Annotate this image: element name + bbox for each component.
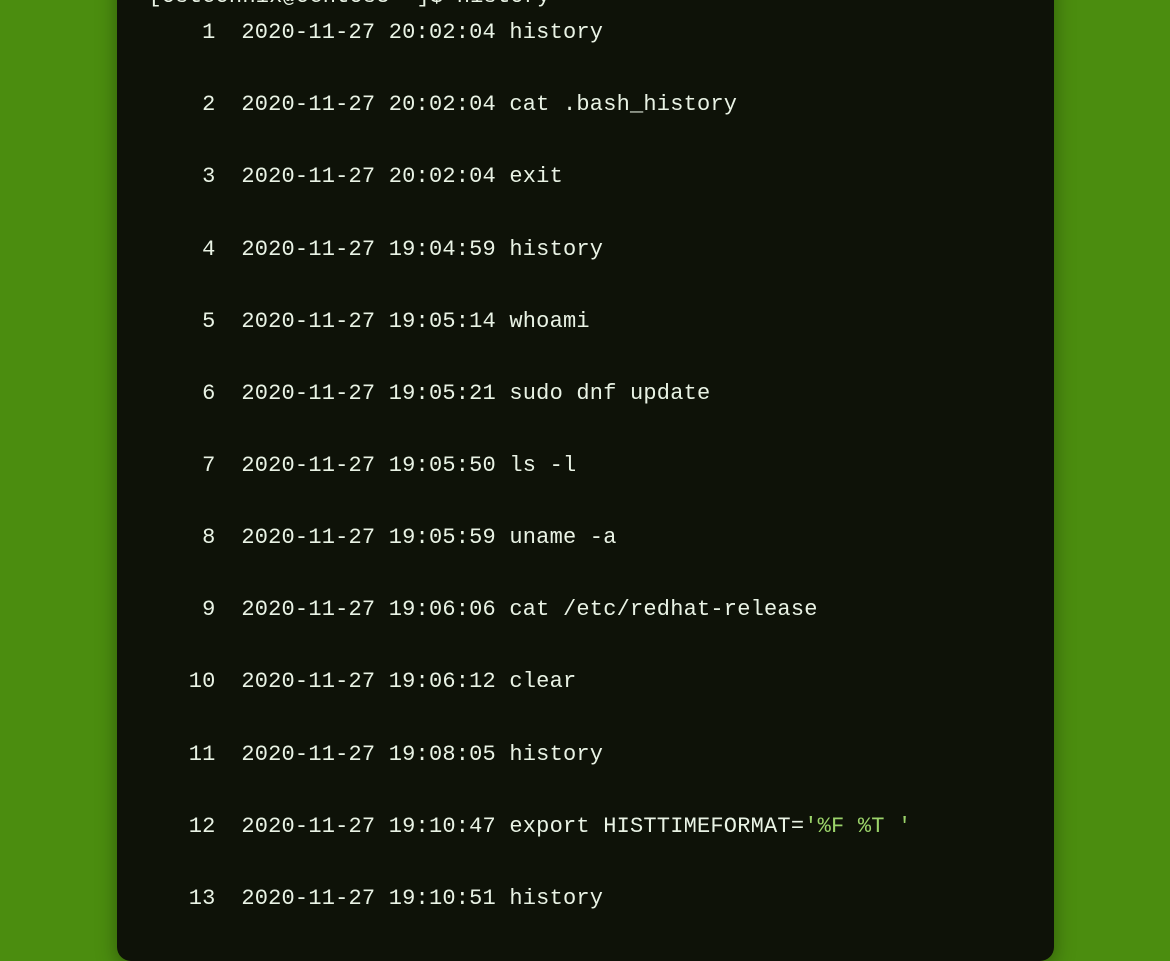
- history-timestamp: 2020-11-27 19:10:51: [241, 886, 496, 911]
- history-timestamp: 2020-11-27 20:02:04: [241, 92, 496, 117]
- history-line: 8 2020-11-27 19:05:59 uname -a: [149, 520, 1022, 556]
- prompt-line: [ostechnix@centos8 ~]$ history: [149, 0, 551, 9]
- shell-prompt: [ostechnix@centos8 ~]$: [149, 0, 457, 9]
- history-timestamp: 2020-11-27 19:05:50: [241, 453, 496, 478]
- history-line: 5 2020-11-27 19:05:14 whoami: [149, 304, 1022, 340]
- history-timestamp: 2020-11-27 19:06:06: [241, 597, 496, 622]
- history-index: 5: [149, 304, 215, 340]
- history-command: history: [509, 20, 603, 45]
- history-line: 9 2020-11-27 19:06:06 cat /etc/redhat-re…: [149, 592, 1022, 628]
- history-line: 6 2020-11-27 19:05:21 sudo dnf update: [149, 376, 1022, 412]
- history-line: 4 2020-11-27 19:04:59 history: [149, 232, 1022, 268]
- history-command: cat /etc/redhat-release: [509, 597, 817, 622]
- history-index: 10: [149, 664, 215, 700]
- history-timestamp: 2020-11-27 19:04:59: [241, 237, 496, 262]
- history-line: 10 2020-11-27 19:06:12 clear: [149, 664, 1022, 700]
- history-command: sudo dnf update: [509, 381, 710, 406]
- history-line: 12 2020-11-27 19:10:47 export HISTTIMEFO…: [149, 809, 1022, 845]
- history-line: 13 2020-11-27 19:10:51 history: [149, 881, 1022, 917]
- history-index: 1: [149, 15, 215, 51]
- history-command: uname -a: [509, 525, 616, 550]
- history-command: clear: [509, 669, 576, 694]
- history-command: exit: [509, 164, 563, 189]
- history-command: export HISTTIMEFORMAT=: [509, 814, 804, 839]
- typed-command: history: [457, 0, 551, 9]
- history-index: 11: [149, 737, 215, 773]
- terminal-body[interactable]: [ostechnix@centos8 ~]$ history 1 2020-11…: [149, 0, 1022, 917]
- history-line: 11 2020-11-27 19:08:05 history: [149, 737, 1022, 773]
- history-line: 7 2020-11-27 19:05:50 ls -l: [149, 448, 1022, 484]
- history-command: history: [509, 886, 603, 911]
- history-index: 6: [149, 376, 215, 412]
- history-quoted-string: '%F %T ': [804, 814, 911, 839]
- history-command: history: [509, 742, 603, 767]
- history-index: 4: [149, 232, 215, 268]
- history-timestamp: 2020-11-27 19:05:21: [241, 381, 496, 406]
- history-command: ls -l: [509, 453, 576, 478]
- history-index: 8: [149, 520, 215, 556]
- history-index: 7: [149, 448, 215, 484]
- history-timestamp: 2020-11-27 19:10:47: [241, 814, 496, 839]
- history-index: 9: [149, 592, 215, 628]
- history-index: 2: [149, 87, 215, 123]
- history-timestamp: 2020-11-27 19:05:59: [241, 525, 496, 550]
- history-line: 3 2020-11-27 20:02:04 exit: [149, 159, 1022, 195]
- history-index: 13: [149, 881, 215, 917]
- history-command: whoami: [509, 309, 589, 334]
- history-timestamp: 2020-11-27 20:02:04: [241, 20, 496, 45]
- history-index: 12: [149, 809, 215, 845]
- history-timestamp: 2020-11-27 19:08:05: [241, 742, 496, 767]
- history-command: history: [509, 237, 603, 262]
- history-line: 1 2020-11-27 20:02:04 history: [149, 15, 1022, 51]
- history-timestamp: 2020-11-27 19:06:12: [241, 669, 496, 694]
- history-timestamp: 2020-11-27 20:02:04: [241, 164, 496, 189]
- terminal-window: [ostechnix@centos8 ~]$ history 1 2020-11…: [117, 0, 1054, 961]
- history-timestamp: 2020-11-27 19:05:14: [241, 309, 496, 334]
- history-line: 2 2020-11-27 20:02:04 cat .bash_history: [149, 87, 1022, 123]
- history-index: 3: [149, 159, 215, 195]
- history-command: cat .bash_history: [509, 92, 737, 117]
